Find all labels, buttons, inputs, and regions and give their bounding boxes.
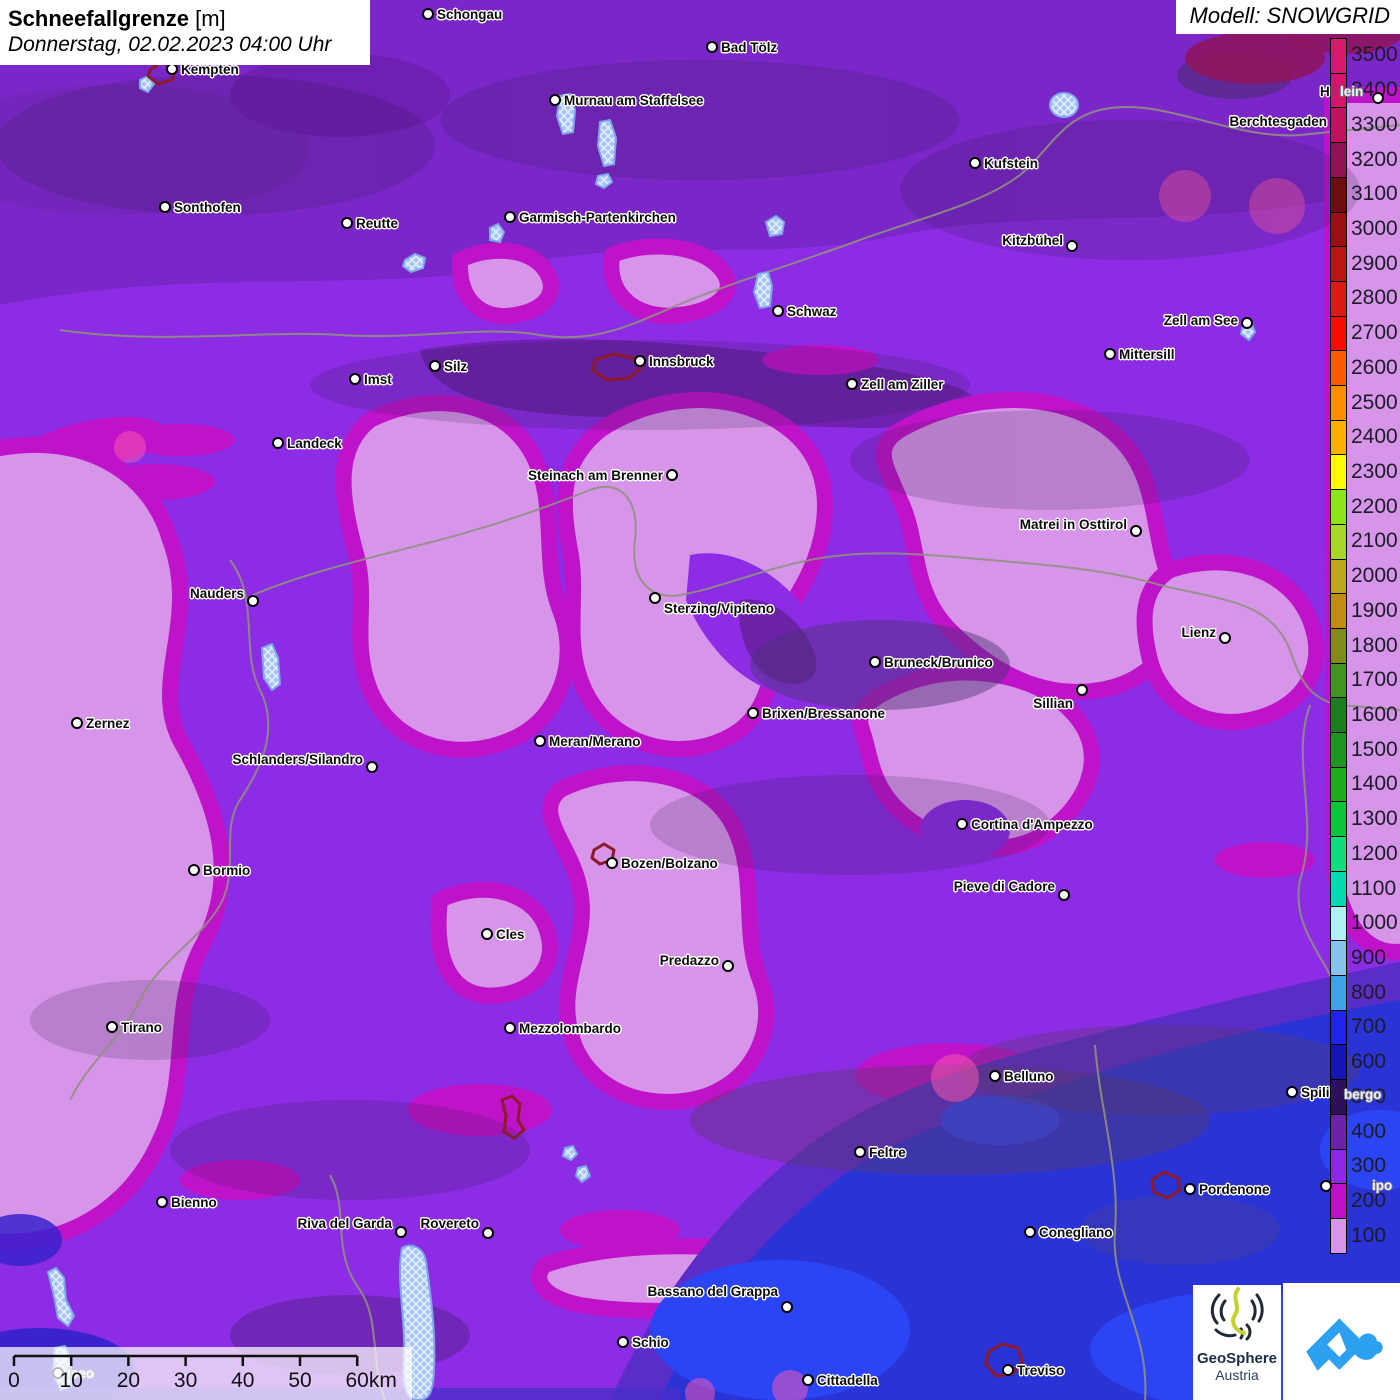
map-subtitle: Donnerstag, 02.02.2023 04:00 Uhr (8, 32, 360, 57)
map-title-unit: [m] (195, 6, 226, 31)
partial-city-label: bergo (1344, 1087, 1382, 1102)
geosphere-logo-box: GeoSphere Austria (1193, 1285, 1281, 1400)
scale-bar-label: 60km (346, 1369, 397, 1393)
geosphere-logo-icon (1205, 1285, 1269, 1343)
scale-bar-label: 0 (8, 1369, 20, 1393)
snowfall-limit-map: SchongauBad TölzKemptenMurnau am Staffel… (0, 0, 1400, 1400)
city-dot (1372, 92, 1384, 104)
overlay-labels-layer: Hlein bergo ipo (0, 0, 1400, 1400)
map-title-name: Schneefallgrenze (8, 6, 189, 31)
geosphere-logo-text: GeoSphere (1193, 1350, 1281, 1367)
geosphere-logo-subtext: Austria (1193, 1367, 1281, 1383)
scale-bar-label: 10 (60, 1369, 83, 1393)
avalanche-logo-box (1283, 1283, 1400, 1400)
scale-bar: 0 10 20 30 40 50 60km (0, 1347, 412, 1400)
title-box: Schneefallgrenze [m] Donnerstag, 02.02.2… (0, 0, 370, 65)
partial-city-label: lein (1340, 84, 1363, 99)
partial-city-label: ipo (1372, 1178, 1392, 1193)
scale-bar-label: 20 (117, 1369, 140, 1393)
scale-bar-label: 40 (231, 1369, 254, 1393)
scale-bar-label: 30 (174, 1369, 197, 1393)
model-box: Modell: SNOWGRID (1176, 0, 1400, 34)
partial-city-label: H (1320, 84, 1330, 99)
city-dot (1320, 1180, 1332, 1192)
scale-bar-label: 50 (288, 1369, 311, 1393)
mountain-cloud-logo (1294, 1294, 1390, 1390)
map-title: Schneefallgrenze [m] (8, 6, 360, 32)
